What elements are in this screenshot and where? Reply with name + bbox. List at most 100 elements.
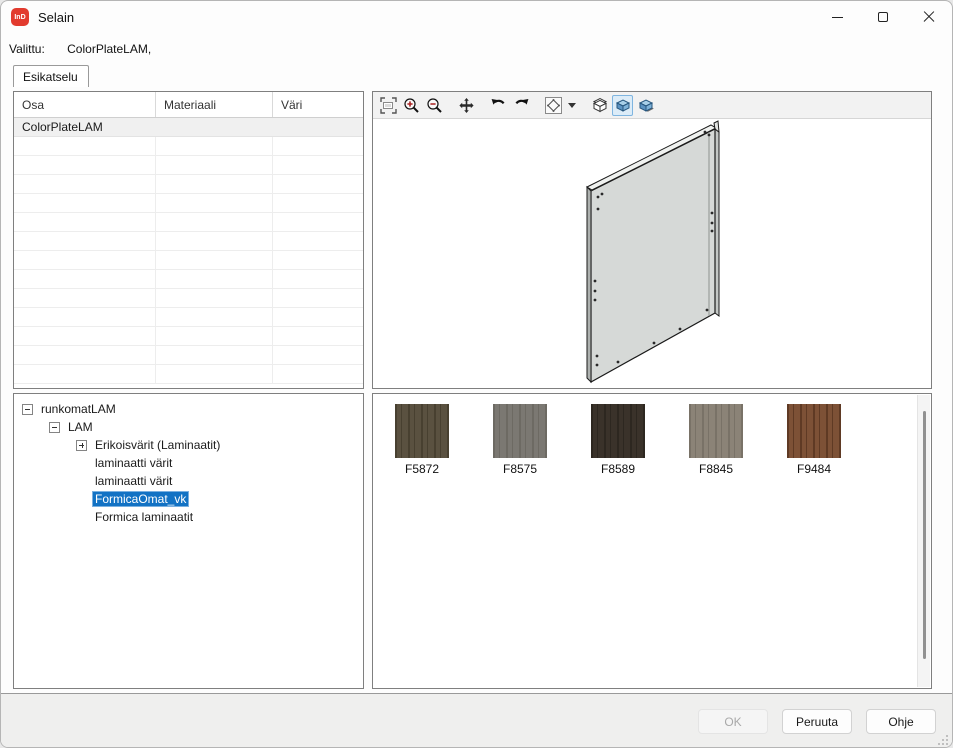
window-controls [814,1,952,33]
swatch-item-f8589[interactable]: F8589 [591,404,645,476]
table-empty-cell [156,270,273,288]
parts-table-header: Osa Materiaali Väri [14,92,363,118]
table-row-colorplatelam[interactable]: ColorPlateLAM [14,118,363,137]
swatch-scrollbar[interactable] [917,395,930,687]
tree-item-label[interactable]: laminaatti värit [92,473,175,489]
table-empty-cell [273,213,363,231]
table-empty-row[interactable] [14,327,363,346]
table-empty-row[interactable] [14,365,363,384]
table-empty-cell [273,232,363,250]
table-empty-row[interactable] [14,137,363,156]
table-empty-cell [14,194,156,212]
window-title: Selain [38,10,74,25]
tree-item-label-selected[interactable]: FormicaOmat_vk [92,491,189,507]
swatch-tile[interactable] [689,404,743,458]
table-empty-cell [156,194,273,212]
render-shaded-shadow-icon[interactable] [635,95,656,116]
swatch-item-f9484[interactable]: F9484 [787,404,841,476]
material-tree: runkomatLAM LAM Erikoisvärit (Laminaatit… [14,394,363,526]
close-button[interactable] [906,1,952,33]
tree-collapse-icon[interactable] [22,404,33,415]
table-empty-row[interactable] [14,156,363,175]
table-cell-vari [273,118,363,136]
table-empty-cell [156,156,273,174]
table-empty-cell [156,213,273,231]
swatch-tile[interactable] [493,404,547,458]
swatch-item-f8845[interactable]: F8845 [689,404,743,476]
swatch-scrollbar-thumb[interactable] [923,411,926,659]
rotate-right-icon[interactable] [511,95,532,116]
table-empty-row[interactable] [14,346,363,365]
pan-icon[interactable] [456,95,477,116]
tree-expand-icon[interactable] [76,440,87,451]
swatch-code: F8575 [493,462,547,476]
preview-toolbar [373,92,931,119]
tree-item-laminaatti-varit-2[interactable]: laminaatti värit [14,472,363,490]
swatch-tile[interactable] [395,404,449,458]
table-empty-cell [14,175,156,193]
table-empty-cell [14,251,156,269]
table-empty-cell [273,156,363,174]
tree-item-label[interactable]: Formica laminaatit [92,509,196,525]
swatch-item-f5872[interactable]: F5872 [395,404,449,476]
render-wireframe-icon[interactable] [589,95,610,116]
tree-item-erikoisvarit[interactable]: Erikoisvärit (Laminaatit) [14,436,363,454]
zoom-in-icon[interactable] [401,95,422,116]
swatch-tile[interactable] [787,404,841,458]
swatch-code: F9484 [787,462,841,476]
tree-item-runkomatlam[interactable]: runkomatLAM [14,400,363,418]
tab-esikatselu[interactable]: Esikatselu [13,65,89,87]
table-empty-row[interactable] [14,270,363,289]
tree-item-laminaatti-varit-1[interactable]: laminaatti värit [14,454,363,472]
view-orientation-dropdown-icon[interactable] [566,95,578,116]
resize-grip-icon[interactable] [937,734,949,746]
table-empty-cell [156,346,273,364]
table-empty-row[interactable] [14,289,363,308]
tree-collapse-icon[interactable] [49,422,60,433]
table-empty-cell [14,365,156,383]
view-orientation-icon[interactable] [543,95,564,116]
table-empty-cell [273,289,363,307]
panel-3d-rendering [373,119,931,388]
tree-item-formicaomat-vk[interactable]: FormicaOmat_vk [14,490,363,508]
table-empty-row[interactable] [14,194,363,213]
table-empty-cell [156,137,273,155]
table-empty-row[interactable] [14,232,363,251]
table-empty-cell [273,346,363,364]
table-empty-row[interactable] [14,213,363,232]
swatch-item-f8575[interactable]: F8575 [493,404,547,476]
table-empty-cell [14,232,156,250]
maximize-button[interactable] [860,1,906,33]
column-header-vari[interactable]: Väri [273,92,363,117]
column-header-materiaali[interactable]: Materiaali [156,92,273,117]
zoom-window-icon[interactable] [378,95,399,116]
cancel-button[interactable]: Peruuta [782,709,852,734]
tree-item-label[interactable]: laminaatti värit [92,455,175,471]
preview-3d-viewport[interactable] [373,119,931,388]
close-icon [923,11,935,23]
ok-button[interactable]: OK [698,709,768,734]
table-empty-cell [273,327,363,345]
table-empty-cell [156,232,273,250]
table-empty-cell [273,365,363,383]
swatch-tile[interactable] [591,404,645,458]
column-header-osa[interactable]: Osa [14,92,156,117]
tree-item-label[interactable]: runkomatLAM [38,401,119,417]
swatch-code: F8845 [689,462,743,476]
tree-item-label[interactable]: LAM [65,419,96,435]
table-empty-row[interactable] [14,175,363,194]
help-button[interactable]: Ohje [866,709,936,734]
minimize-button[interactable] [814,1,860,33]
table-empty-cell [273,137,363,155]
zoom-out-icon[interactable] [424,95,445,116]
tree-item-label[interactable]: Erikoisvärit (Laminaatit) [92,437,223,453]
tree-item-lam[interactable]: LAM [14,418,363,436]
swatch-code: F5872 [395,462,449,476]
rotate-left-icon[interactable] [488,95,509,116]
table-empty-cell [273,194,363,212]
table-empty-row[interactable] [14,251,363,270]
tree-item-formica-laminaatit[interactable]: Formica laminaatit [14,508,363,526]
table-empty-row[interactable] [14,308,363,327]
table-empty-cell [14,270,156,288]
render-shaded-icon[interactable] [612,95,633,116]
